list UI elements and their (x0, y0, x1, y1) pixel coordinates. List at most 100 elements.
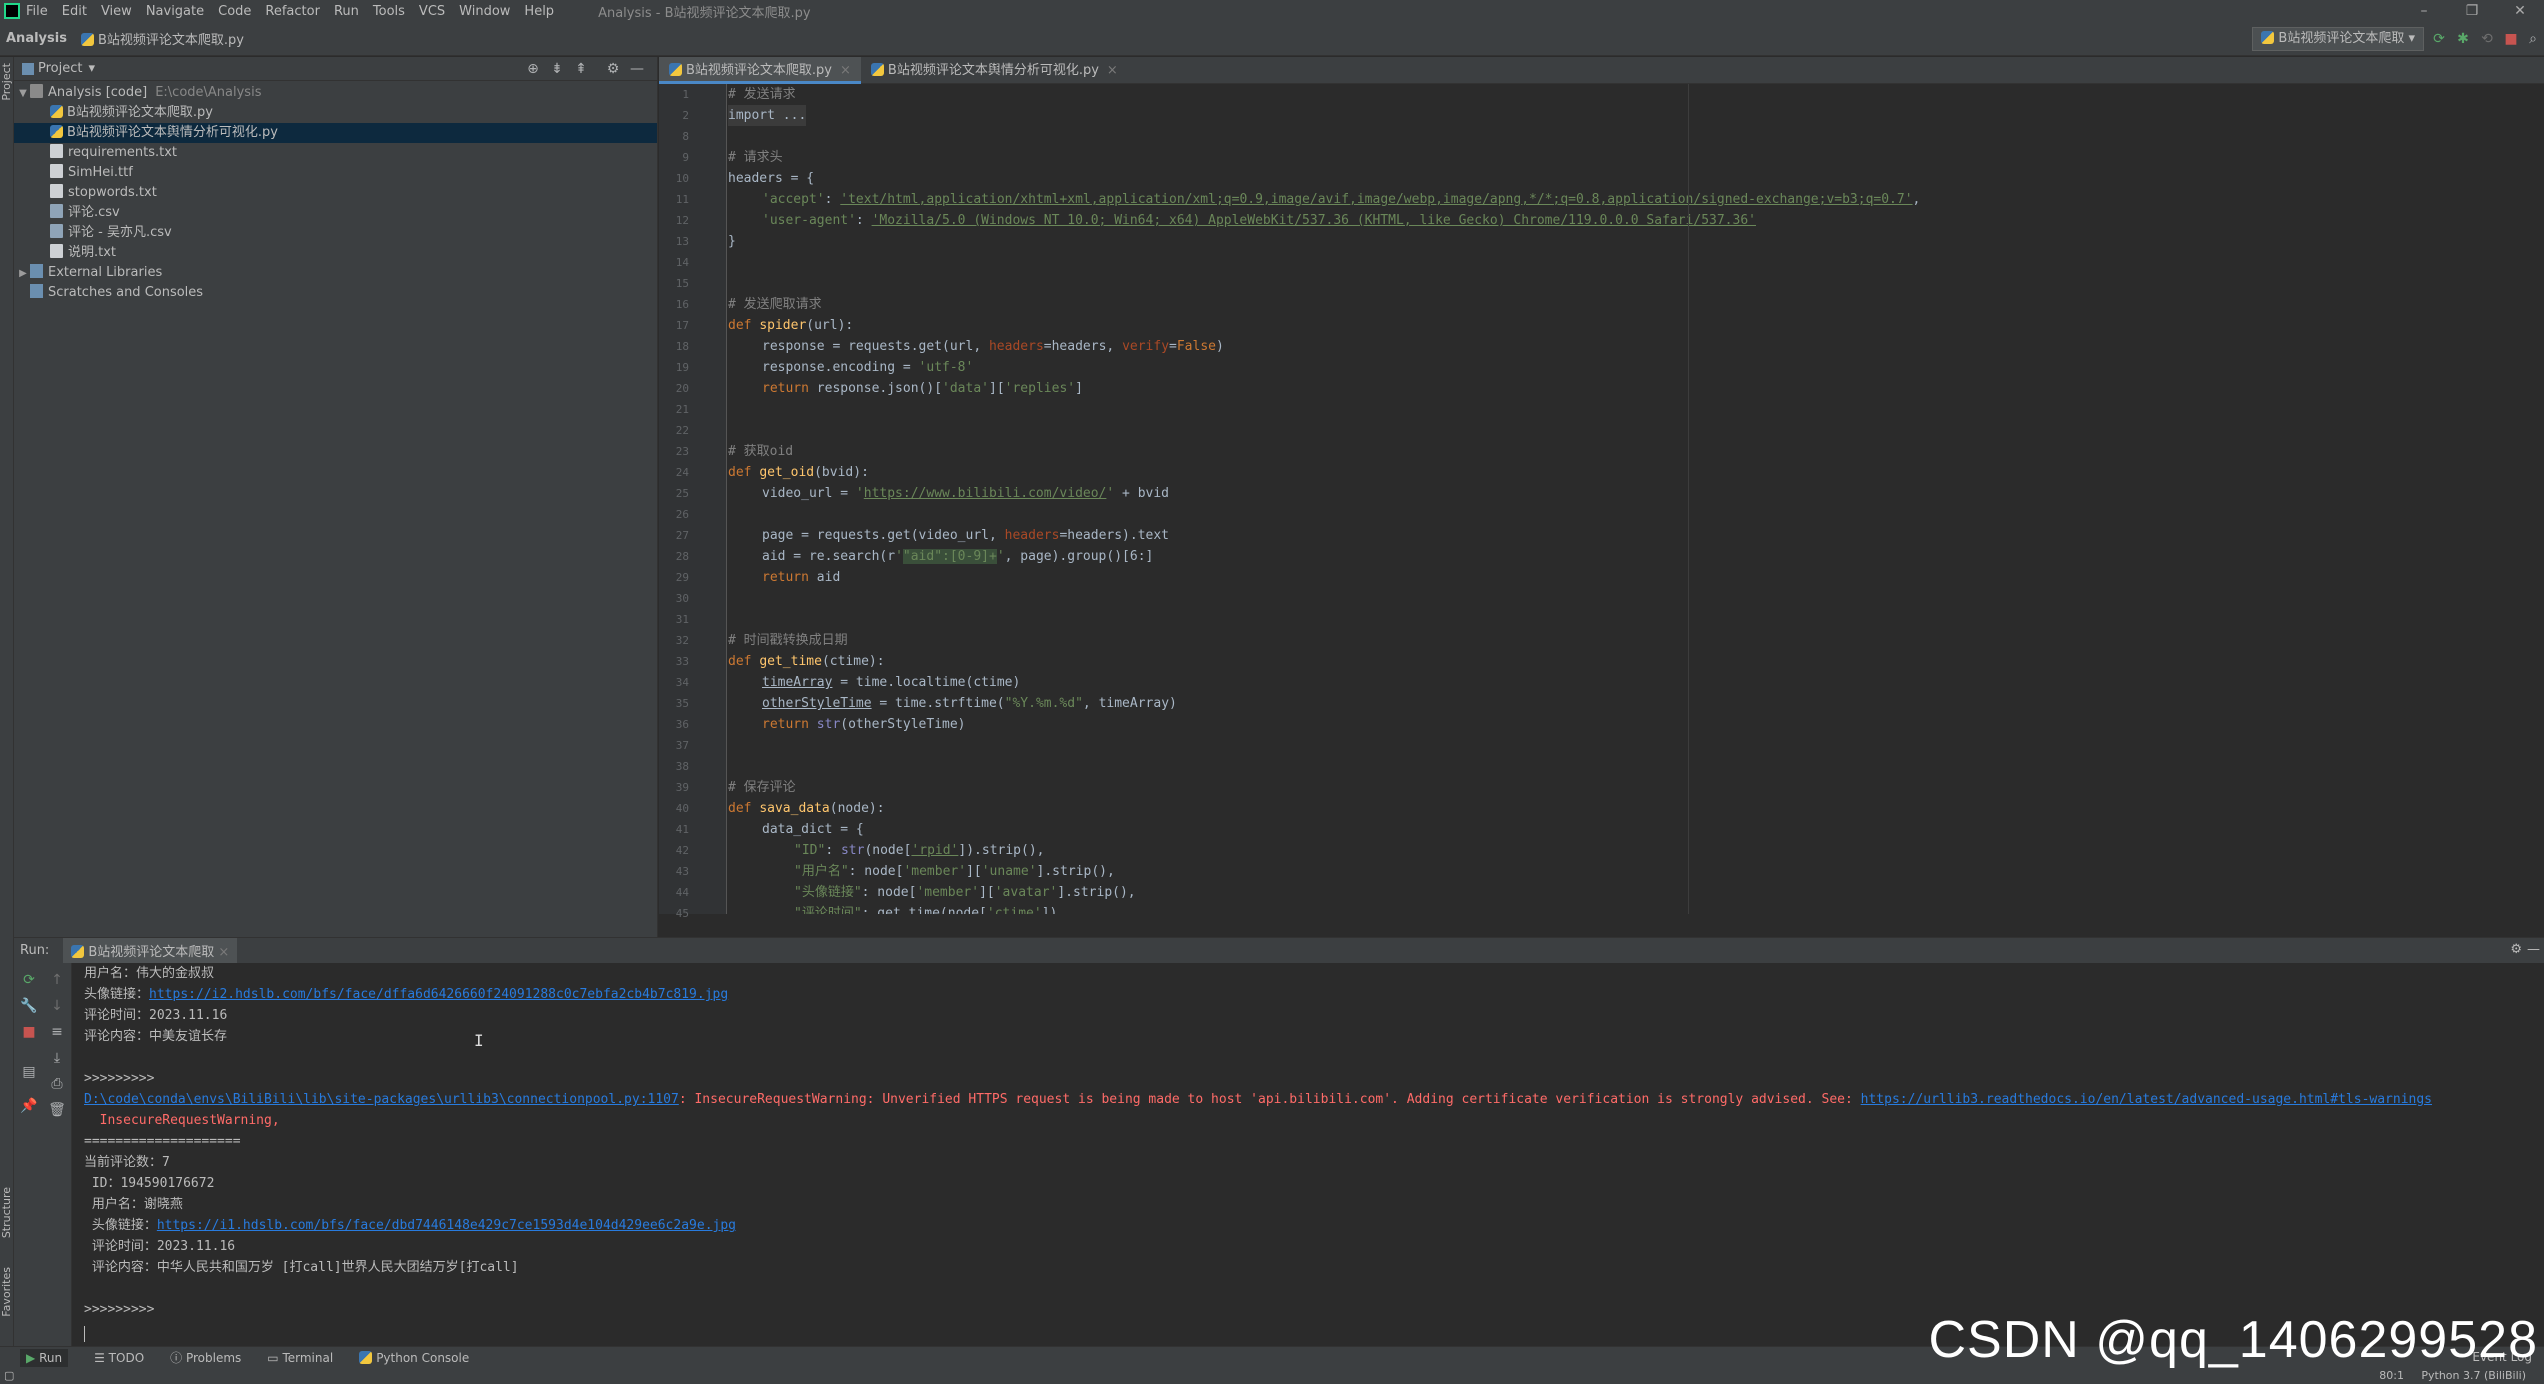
chevron-right-icon[interactable]: ▶ (16, 264, 30, 284)
chevron-down-icon[interactable]: ▾ (88, 61, 95, 76)
code-line: # 请求头 (728, 150, 783, 165)
expand-all-icon[interactable]: ⇟ (548, 60, 566, 78)
tree-file[interactable]: 说明.txt (14, 243, 657, 263)
close-icon[interactable]: × (218, 945, 229, 960)
line-number: 35 (675, 697, 689, 710)
tree-file[interactable]: stopwords.txt (14, 183, 657, 203)
text-file-icon (50, 244, 63, 258)
menu-run[interactable]: Run (334, 4, 359, 19)
tree-file[interactable]: B站视频评论文本爬取.py (14, 103, 657, 123)
up-arrow-icon[interactable]: ↑ (48, 971, 66, 989)
tree-file[interactable]: 评论.csv (14, 203, 657, 223)
menu-help[interactable]: Help (524, 4, 554, 19)
menu-view[interactable]: View (101, 4, 132, 19)
menu-refactor[interactable]: Refactor (265, 4, 320, 19)
tab-analysis-file[interactable]: B站视频评论文本舆情分析可视化.py × (861, 57, 1128, 84)
structure-tool-button[interactable]: Structure (0, 1187, 14, 1238)
tree-file[interactable]: requirements.txt (14, 143, 657, 163)
project-title[interactable]: Project (38, 61, 82, 76)
python-interpreter[interactable]: Python 3.7 (BiliBili) (2421, 1369, 2526, 1382)
close-icon[interactable]: × (1107, 63, 1118, 78)
docs-link[interactable]: https://urllib3.readthedocs.io/en/latest… (1861, 1092, 2432, 1107)
debug-icon[interactable]: ✱ (2454, 30, 2472, 48)
chevron-down-icon[interactable]: ▼ (16, 84, 30, 104)
locate-icon[interactable]: ⊕ (524, 60, 542, 78)
gear-icon[interactable]: ⚙ (604, 60, 622, 78)
right-margin-guide (1688, 84, 1689, 914)
line-number: 42 (675, 844, 689, 857)
todo-tool-button[interactable]: ☰ TODO (94, 1351, 144, 1365)
tree-scratches[interactable]: Scratches and Consoles (14, 283, 657, 303)
caret-position[interactable]: 80:1 (2379, 1369, 2404, 1382)
project-tool-button[interactable]: Project (0, 63, 14, 101)
source-link[interactable]: D:\code\conda\envs\BiliBili\lib\site-pac… (84, 1092, 679, 1107)
line-number: 30 (675, 592, 689, 605)
menu-window[interactable]: Window (459, 4, 510, 19)
run-configuration-select[interactable]: B站视频评论文本爬取 ▾ (2252, 27, 2424, 51)
pin-icon[interactable]: 📌 (20, 1097, 38, 1115)
stop-icon[interactable]: ■ (2502, 30, 2520, 48)
avatar-link[interactable]: https://i2.hdslb.com/bfs/face/dffa6d6426… (149, 987, 728, 1002)
breadcrumb-project[interactable]: Analysis (6, 31, 67, 46)
tree-file[interactable]: SimHei.ttf (14, 163, 657, 183)
stop-icon[interactable]: ■ (20, 1023, 38, 1041)
menu-navigate[interactable]: Navigate (146, 4, 204, 19)
tree-external-libraries[interactable]: ▶ External Libraries (14, 263, 657, 283)
layout-icon[interactable]: ▤ (20, 1063, 38, 1081)
hide-icon[interactable]: — (628, 60, 646, 78)
line-number: 33 (675, 655, 689, 668)
run-tool-button[interactable]: ▶ Run (20, 1348, 69, 1367)
code-line: 'user-agent': 'Mozilla/5.0 (Windows NT 1… (762, 213, 1756, 228)
tree-root[interactable]: ▼ Analysis [code] E:\code\Analysis (14, 83, 657, 103)
scroll-to-end-icon[interactable]: ⤓ (48, 1049, 66, 1067)
menu-tools[interactable]: Tools (373, 4, 405, 19)
menu-code[interactable]: Code (218, 4, 251, 19)
code-line: video_url = 'https://www.bilibili.com/vi… (762, 486, 1170, 501)
hide-icon[interactable]: — (2527, 942, 2540, 957)
line-number: 12 (675, 214, 689, 227)
problems-tool-button[interactable]: ⓘ Problems (170, 1349, 241, 1366)
wrench-icon[interactable]: 🔧 (20, 997, 38, 1015)
tab-spider-file[interactable]: B站视频评论文本爬取.py × (659, 57, 861, 84)
restore-icon[interactable]: ❐ (2448, 0, 2496, 22)
run-label: Run: (20, 943, 50, 958)
console-line: 评论内容：中美友谊长存 (84, 1029, 228, 1044)
tree-file-selected[interactable]: B站视频评论文本舆情分析可视化.py (14, 123, 657, 143)
coverage-icon[interactable]: ⟲ (2478, 30, 2496, 48)
avatar-link[interactable]: https://i1.hdslb.com/bfs/face/dbd7446148… (157, 1218, 736, 1233)
soft-wrap-icon[interactable]: ≡ (48, 1023, 66, 1041)
run-tab[interactable]: B站视频评论文本爬取 × (63, 938, 238, 963)
minimize-icon[interactable]: – (2400, 0, 2448, 22)
code-line: response.encoding = 'utf-8' (762, 360, 974, 375)
favorites-tool-button[interactable]: Favorites (0, 1267, 14, 1317)
text-file-icon (50, 144, 63, 158)
code-line-folded-imports[interactable]: import ... (728, 105, 807, 126)
print-icon[interactable]: ⎙ (48, 1075, 66, 1093)
terminal-tool-button[interactable]: ▭ Terminal (267, 1351, 333, 1365)
python-console-tool-button[interactable]: Python Console (359, 1350, 469, 1365)
search-icon[interactable]: ⌕ (2524, 30, 2542, 48)
line-number: 27 (675, 529, 689, 542)
down-arrow-icon[interactable]: ↓ (48, 997, 66, 1015)
breadcrumb-file[interactable]: B站视频评论文本爬取.py (80, 29, 244, 48)
code-editor[interactable]: # 发送请求 import ... # 请求头 headers = { 'acc… (728, 84, 2544, 914)
menu-file[interactable]: File (26, 4, 48, 19)
python-file-icon (2261, 31, 2275, 44)
menu-vcs[interactable]: VCS (419, 4, 445, 19)
run-console[interactable]: 用户名：伟大的金叔叔 头像链接：https://i2.hdslb.com/bfs… (72, 963, 2544, 1346)
code-line: otherStyleTime = time.strftime("%Y.%m.%d… (762, 696, 1177, 711)
line-number: 40 (675, 802, 689, 815)
line-number: 13 (675, 235, 689, 248)
close-window-icon[interactable]: ✕ (2496, 0, 2544, 22)
code-line: aid = re.search(r'"aid":[0-9]+', page).g… (762, 549, 1154, 564)
rerun-icon[interactable]: ⟳ (20, 971, 38, 989)
collapse-all-icon[interactable]: ⇞ (572, 60, 590, 78)
status-icon[interactable]: ▢ (4, 1369, 14, 1382)
menu-edit[interactable]: Edit (62, 4, 87, 19)
console-warning-line: InsecureRequestWarning, (84, 1113, 280, 1128)
close-icon[interactable]: × (840, 63, 851, 78)
gear-icon[interactable]: ⚙ (2510, 942, 2522, 957)
trash-icon[interactable]: 🗑 (48, 1101, 66, 1119)
rerun-icon[interactable]: ⟳ (2430, 30, 2448, 48)
tree-file[interactable]: 评论 - 吴亦凡.csv (14, 223, 657, 243)
